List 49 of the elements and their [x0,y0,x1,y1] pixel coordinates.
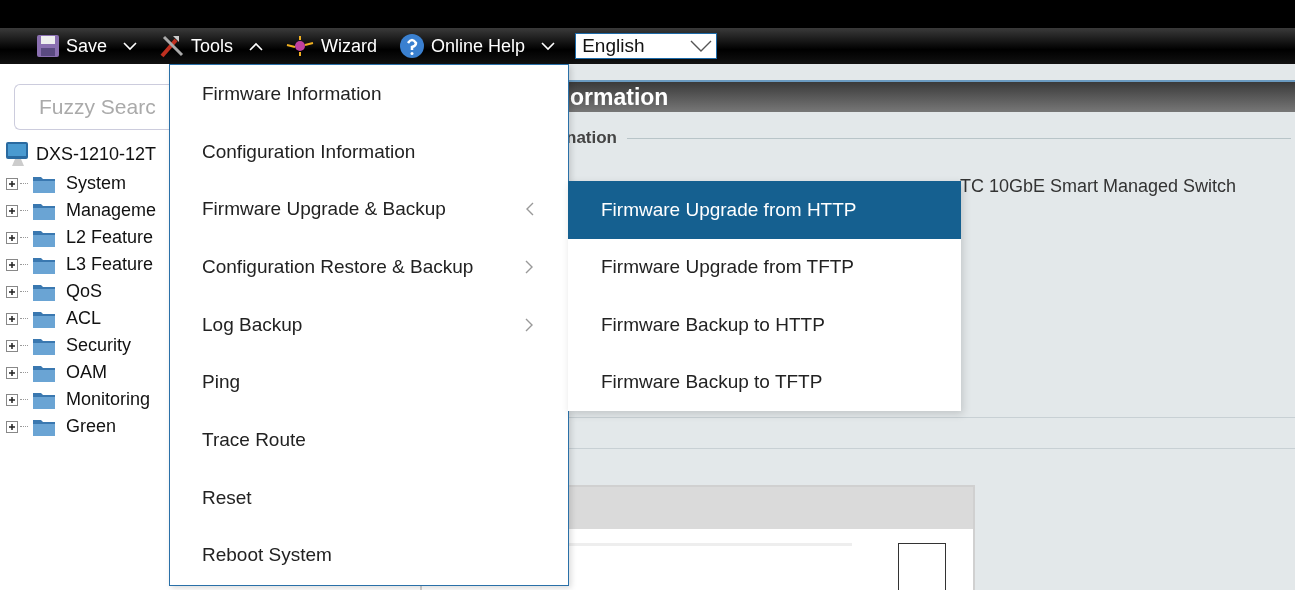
menu-item[interactable]: Ping [170,353,568,412]
menu-button[interactable]: Save [34,32,152,60]
help-icon [399,33,426,59]
panel-title: ormation [570,83,669,111]
magic-wand-icon [285,35,316,57]
menu-item[interactable]: Trace Route [170,411,568,469]
tree-item[interactable]: Security [66,335,132,356]
menu-button[interactable]: Online Help [397,31,570,61]
device-name: DXS-1210-12T [36,143,157,165]
menu-item[interactable]: Firmware Backup to TFTP [568,353,961,411]
expander-icon[interactable] [6,420,18,433]
chevron-down-icon [690,40,713,52]
menu-item[interactable]: Configuration Restore & Backup [170,238,568,296]
checkbox[interactable] [898,543,946,590]
menu-item[interactable]: Reset [170,468,568,527]
tree-item[interactable]: System [66,173,126,194]
search-field[interactable]: Fuzzy Searc [14,84,169,130]
tree-item[interactable]: Green [66,416,117,437]
menu-item[interactable]: Firmware Upgrade & Backup [170,180,568,239]
expander-icon[interactable] [6,231,18,244]
tree-item[interactable]: L2 Feature [66,227,154,248]
expander-icon[interactable] [6,393,18,406]
expander-icon[interactable] [6,339,18,352]
toolbar-button[interactable]: Wizard [283,33,392,59]
tree-item[interactable]: Manageme [66,200,157,221]
menu-item[interactable]: Log Backup [170,295,568,354]
tree-item[interactable]: OAM [66,362,107,383]
caret-icon [541,41,556,51]
expander-icon[interactable] [6,312,18,325]
expander-icon[interactable] [6,258,18,271]
tools-icon [159,34,186,58]
menu-item[interactable]: Configuration Information [170,122,568,181]
tree-item[interactable]: ACL [66,308,101,329]
language-select[interactable]: English [575,33,718,59]
menu-item[interactable]: Firmware Upgrade from HTTP [568,181,961,239]
menu-item[interactable]: Firmware Backup to HTTP [568,296,961,354]
menu-button[interactable]: Tools [157,32,278,60]
tree-item[interactable]: Monitoring [66,389,151,410]
menu-item[interactable]: Firmware Upgrade from TFTP [568,238,961,296]
menu-item[interactable]: Reboot System [170,526,568,585]
menu-item[interactable]: Firmware Information [170,65,568,123]
expander-icon[interactable] [6,204,18,217]
expander-icon[interactable] [6,285,18,298]
caret-icon [123,41,138,51]
expander-icon[interactable] [6,366,18,379]
caret-icon [249,41,264,51]
expander-icon[interactable] [6,177,18,190]
tree-item[interactable]: QoS [66,281,103,302]
tree-item[interactable]: L3 Feature [66,254,154,275]
